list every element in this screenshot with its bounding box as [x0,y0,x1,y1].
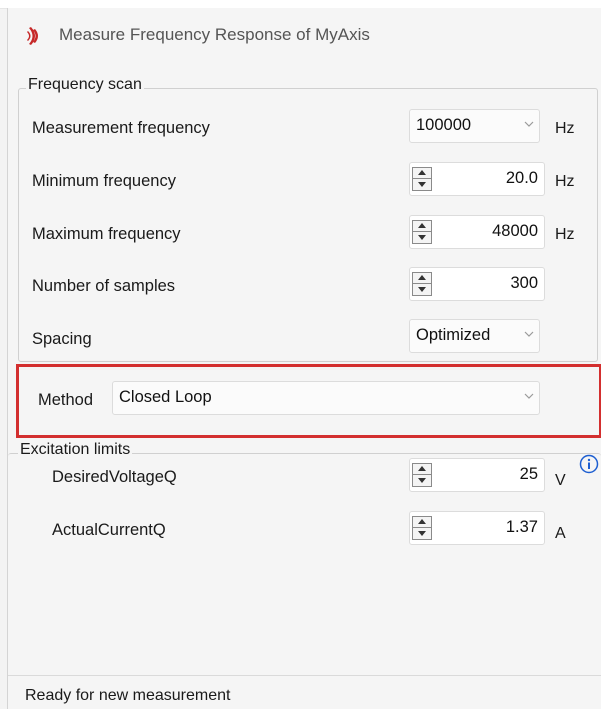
minimum-frequency-value[interactable]: 20.0 [506,169,538,188]
excitation-limits-title: Excitation limits [18,441,133,459]
dialog-window: Measure Frequency Response of MyAxis Fre… [7,8,601,709]
maximum-frequency-value[interactable]: 48000 [492,222,538,241]
chevron-down-icon [524,121,534,127]
desired-voltage-value[interactable]: 25 [520,465,538,484]
number-of-samples-spinbox[interactable]: 300 [409,267,545,301]
maximum-frequency-spinbox[interactable]: 48000 [409,215,545,249]
spin-buttons[interactable] [412,220,432,244]
number-of-samples-value[interactable]: 300 [510,274,538,293]
number-of-samples-label: Number of samples [32,277,176,295]
status-text: Ready for new measurement [25,687,231,704]
spacing-value: Optimized [416,326,491,344]
method-label: Method [38,391,94,409]
method-value: Closed Loop [119,388,212,406]
info-icon[interactable] [579,454,599,474]
window-title: Measure Frequency Response of MyAxis [59,25,370,44]
desired-voltage-label: DesiredVoltageQ [52,468,177,486]
maximum-frequency-unit: Hz [555,226,575,243]
maximum-frequency-label: Maximum frequency [32,225,181,243]
chevron-down-icon [524,331,534,337]
measurement-frequency-label: Measurement frequency [32,119,210,137]
actual-current-label: ActualCurrentQ [52,521,166,539]
measurement-frequency-unit: Hz [555,120,575,137]
measurement-frequency-dropdown[interactable]: 100000 [409,109,540,143]
spin-buttons[interactable] [412,516,432,540]
method-dropdown[interactable]: Closed Loop [112,381,540,415]
title-bar: Measure Frequency Response of MyAxis [8,8,601,62]
frequency-scan-title: Frequency scan [26,76,144,94]
desired-voltage-spinbox[interactable]: 25 [409,458,545,492]
actual-current-value[interactable]: 1.37 [506,518,538,537]
status-separator [8,675,601,676]
minimum-frequency-unit: Hz [555,173,575,190]
chevron-down-icon [524,393,534,399]
actual-current-unit: A [555,525,566,542]
measurement-frequency-value: 100000 [416,116,472,134]
spin-buttons[interactable] [412,463,432,487]
minimum-frequency-spinbox[interactable]: 20.0 [409,162,545,196]
desired-voltage-unit: V [555,472,566,489]
actual-current-spinbox[interactable]: 1.37 [409,511,545,545]
spin-buttons[interactable] [412,167,432,191]
spacing-label: Spacing [32,330,92,348]
spacing-dropdown[interactable]: Optimized [409,319,540,353]
spin-buttons[interactable] [412,272,432,296]
minimum-frequency-label: Minimum frequency [32,172,176,190]
app-logo-icon [27,27,38,45]
